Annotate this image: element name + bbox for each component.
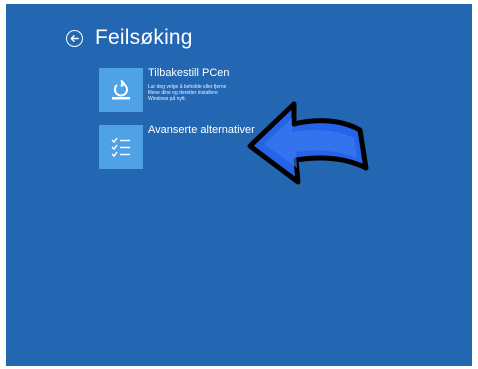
pointer-arrow-icon bbox=[247, 101, 369, 185]
reset-pc-icon bbox=[112, 79, 130, 100]
checklist-icon bbox=[111, 137, 130, 158]
advanced-options-title[interactable]: Avanserte alternativer bbox=[148, 124, 255, 136]
reset-pc-tile[interactable] bbox=[99, 68, 143, 112]
recovery-screen: Feilsøking Tilbakestill PCen Lar deg vel… bbox=[6, 4, 472, 366]
reset-pc-title[interactable]: Tilbakestill PCen bbox=[148, 67, 230, 79]
page-title: Feilsøking bbox=[95, 26, 193, 49]
advanced-options-tile[interactable] bbox=[99, 125, 143, 169]
back-arrow-icon bbox=[70, 34, 79, 42]
back-button[interactable] bbox=[66, 29, 83, 47]
header: Feilsøking bbox=[66, 26, 193, 50]
